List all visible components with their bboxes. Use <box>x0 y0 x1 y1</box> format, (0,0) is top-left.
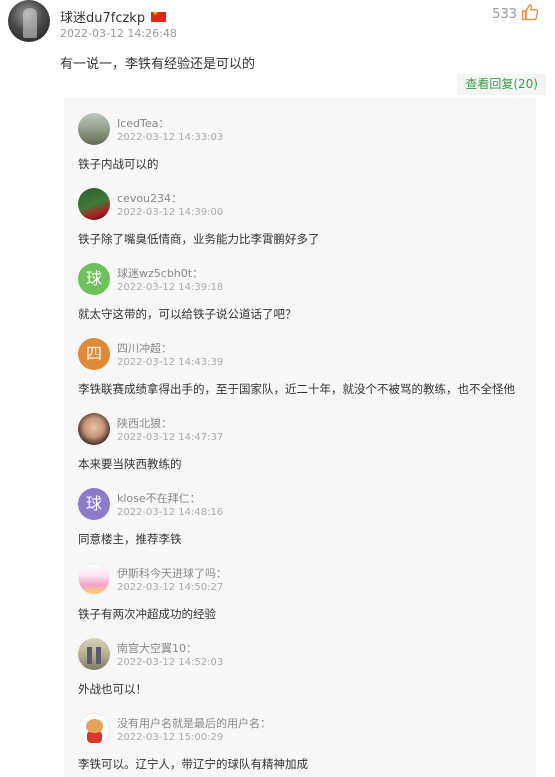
comment-content: 有一说一，李铁有经验还是可以的 <box>60 57 256 72</box>
commenter-avatar[interactable] <box>8 0 50 42</box>
commenter-username-row: 球迷du7fczkp <box>60 7 167 26</box>
reply-username[interactable]: 球迷wz5cbh0t： <box>117 265 203 281</box>
reply-content: 本来要当陕西教练的 <box>78 457 182 471</box>
like-count: 533 <box>492 7 517 22</box>
reply-username[interactable]: 四川冲超： <box>117 340 172 356</box>
reply-time: 2022-03-12 14:39:18 <box>117 282 224 293</box>
reply-time: 2022-03-12 14:47:37 <box>117 432 224 443</box>
reply-username[interactable]: cevou234： <box>117 190 182 206</box>
reply-content: 就太守这带的，可以给铁子说公道话了吧？ <box>78 307 297 321</box>
reply-time: 2022-03-12 14:48:16 <box>117 507 224 518</box>
reply-avatar[interactable] <box>78 563 110 595</box>
reply-time: 2022-03-12 15:00:29 <box>117 732 224 743</box>
reply-username[interactable]: 南宫大空翼10： <box>117 640 197 656</box>
reply-time: 2022-03-12 14:43:39 <box>117 357 224 368</box>
reply-content: 铁子有两次冲超成功的经验 <box>78 607 216 621</box>
reply-avatar[interactable] <box>78 113 110 145</box>
reply-content: 外战也可以！ <box>78 682 147 696</box>
reply-content: 铁子内战可以的 <box>78 157 159 171</box>
thumbs-up-icon[interactable] <box>521 3 539 21</box>
replies-panel: IcedTea： 2022-03-12 14:33:03 铁子内战可以的 cev… <box>64 97 536 777</box>
comment-time: 2022-03-12 14:26:48 <box>60 27 177 40</box>
reply-content: 李铁联赛成绩拿得出手的，至于国家队，近二十年，就没个不被骂的教练，也不全怪他 <box>78 382 515 396</box>
reply-time: 2022-03-12 14:33:03 <box>117 132 224 143</box>
commenter-username[interactable]: 球迷du7fczkp <box>60 7 145 26</box>
reply-avatar[interactable]: 球 <box>78 488 110 520</box>
china-flag-icon <box>151 9 167 22</box>
reply-avatar[interactable]: 四 <box>78 338 110 370</box>
reply-username[interactable]: IcedTea： <box>117 115 169 131</box>
reply-avatar[interactable]: 球 <box>78 263 110 295</box>
reply-time: 2022-03-12 14:39:00 <box>117 207 224 218</box>
reply-username[interactable]: 伊斯科今天进球了吗： <box>117 565 227 581</box>
reply-time: 2022-03-12 14:52:03 <box>117 657 224 668</box>
reply-username[interactable]: klose不在拜仁： <box>117 490 201 506</box>
reply-avatar[interactable] <box>78 188 110 220</box>
reply-content: 李铁可以。辽宁人，带辽宁的球队有精神加成 <box>78 757 308 771</box>
reply-avatar[interactable] <box>78 713 110 745</box>
reply-username[interactable]: 没有用户名就是最后的用户名： <box>117 715 271 731</box>
reply-avatar[interactable] <box>78 638 110 670</box>
reply-content: 同意楼主，推荐李铁 <box>78 532 182 546</box>
reply-time: 2022-03-12 14:50:27 <box>117 582 224 593</box>
view-replies-button[interactable]: 查看回复(20) <box>457 74 546 95</box>
reply-username[interactable]: 陕西北狼： <box>117 415 172 431</box>
reply-content: 铁子除了嘴臭低情商，业务能力比李霄鹏好多了 <box>78 232 320 246</box>
reply-avatar[interactable] <box>78 413 110 445</box>
